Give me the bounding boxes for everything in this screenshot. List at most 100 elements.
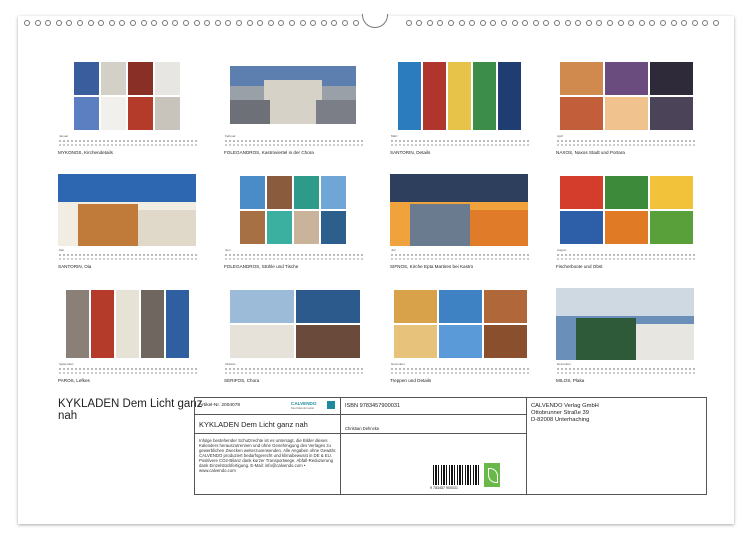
month-photo <box>224 288 362 360</box>
binding-ring <box>670 20 677 26</box>
photo-tile <box>296 325 360 358</box>
photo-tile <box>294 211 319 244</box>
article-number: Artikel-Nr. 2004078 <box>199 403 241 408</box>
photo-tile <box>58 174 196 202</box>
day-row <box>225 144 363 146</box>
binding-ring <box>130 20 136 26</box>
day-row <box>59 254 197 256</box>
day-row <box>59 258 197 260</box>
calvendo-logo-sub: Das Kalender-Label <box>291 407 314 410</box>
publisher-name: CALVENDO Verlag GmbH <box>531 403 599 409</box>
day-row <box>557 144 695 146</box>
month-name: März <box>391 134 398 138</box>
month-caption: FOLEGANDROS, Stühle und Tische <box>224 264 299 269</box>
photo-tile <box>74 97 99 130</box>
binding-ring <box>511 20 518 26</box>
photo-tile <box>473 62 496 130</box>
month-day-strip: Dezember <box>556 362 696 377</box>
barcode <box>433 465 479 485</box>
binding-ring <box>342 20 348 26</box>
binding-ring <box>660 20 666 26</box>
month-caption: NAXOS, Naxos Stadt und Portara <box>556 150 625 155</box>
month-caption: SIFNOS, Kirche Epta Martires bei Kastro <box>390 264 474 269</box>
day-row <box>225 372 363 374</box>
binding-ring <box>119 20 126 26</box>
binding-ring <box>691 20 698 26</box>
binding-ring <box>490 20 497 26</box>
photo-tile <box>101 97 126 130</box>
month-caption: Treppen und Details <box>390 378 432 383</box>
binding-ring <box>257 20 264 26</box>
binding-ring <box>575 20 582 26</box>
photo-tile <box>316 100 356 124</box>
calvendo-logo-mark <box>327 401 335 409</box>
photo-tile <box>439 290 482 323</box>
month-day-strip: Oktober <box>224 362 364 377</box>
month-photo <box>556 288 694 360</box>
month-tile: Juni FOLEGANDROS, Stühle und Tische <box>224 174 364 269</box>
month-caption: PAROS, Lefkes <box>58 378 90 383</box>
product-info-box: Artikel-Nr. 2004078 CALVENDO Das Kalende… <box>194 397 707 495</box>
month-day-strip: Januar <box>58 134 198 149</box>
day-row <box>59 372 197 374</box>
divider <box>195 433 340 434</box>
photo-tile <box>398 62 421 130</box>
author: Christian Dehncke <box>345 426 380 431</box>
photo-tile <box>605 176 648 209</box>
binding-ring <box>416 20 423 26</box>
photo-tile <box>230 325 294 358</box>
day-row <box>225 258 363 260</box>
month-day-strip: Juli <box>390 248 530 263</box>
photo-tile <box>267 211 292 244</box>
isbn: ISBN 9783457900031 <box>345 403 401 409</box>
publisher-city: D-82008 Unterhaching <box>531 417 590 423</box>
month-name: Juli <box>391 248 396 252</box>
photo-tile <box>128 62 153 95</box>
month-photo <box>224 60 362 132</box>
binding-ring <box>596 20 603 26</box>
photo-tile <box>498 62 521 130</box>
day-row <box>391 140 529 142</box>
day-row <box>59 144 197 146</box>
month-name: Juni <box>225 248 231 252</box>
day-row <box>225 368 363 370</box>
calendar-title: KYKLADEN Dem Licht ganz nah <box>58 398 203 422</box>
photo-tile <box>560 211 603 244</box>
month-tile: Juli SIFNOS, Kirche Epta Martires bei Kas… <box>390 174 530 269</box>
photo-tile <box>560 62 603 95</box>
day-row <box>557 368 695 370</box>
binding-ring <box>628 20 635 26</box>
photo-tile <box>116 290 139 358</box>
month-name: Oktober <box>225 362 236 366</box>
info-column-isbn: ISBN 9783457900031 Christian Dehncke 9 7… <box>341 398 527 494</box>
binding-ring <box>607 20 613 26</box>
binding-ring <box>108 20 115 26</box>
binding-ring <box>564 20 571 26</box>
photo-tile <box>394 325 437 358</box>
day-row <box>391 254 529 256</box>
month-day-strip: April <box>556 134 696 149</box>
binding-ring <box>543 20 550 26</box>
binding-ring <box>501 20 507 26</box>
photo-tile <box>155 62 180 95</box>
month-day-strip: Februar <box>224 134 364 149</box>
binding-ring <box>66 20 73 26</box>
photo-tile <box>560 97 603 130</box>
month-caption: SANTORIN, Details <box>390 150 431 155</box>
day-row <box>557 258 695 260</box>
month-tile: Oktober SERIFOS, Chora <box>224 288 364 383</box>
info-column-publisher: CALVENDO Verlag GmbH Ottobrunner Straße … <box>527 398 708 494</box>
binding-ring <box>34 20 41 26</box>
day-row <box>391 372 529 374</box>
month-tile: April NAXOS, Naxos Stadt und Portara <box>556 60 696 155</box>
month-photo <box>390 288 528 360</box>
binding-ring <box>289 20 295 26</box>
binding-ring <box>77 20 83 26</box>
binding-ring <box>702 20 709 26</box>
calvendo-logo-text: CALVENDO <box>291 401 317 406</box>
day-row <box>391 368 529 370</box>
month-tile: September PAROS, Lefkes <box>58 288 198 383</box>
binding-ring <box>479 20 486 26</box>
binding-ring <box>87 20 94 26</box>
binding-ring <box>299 20 306 26</box>
